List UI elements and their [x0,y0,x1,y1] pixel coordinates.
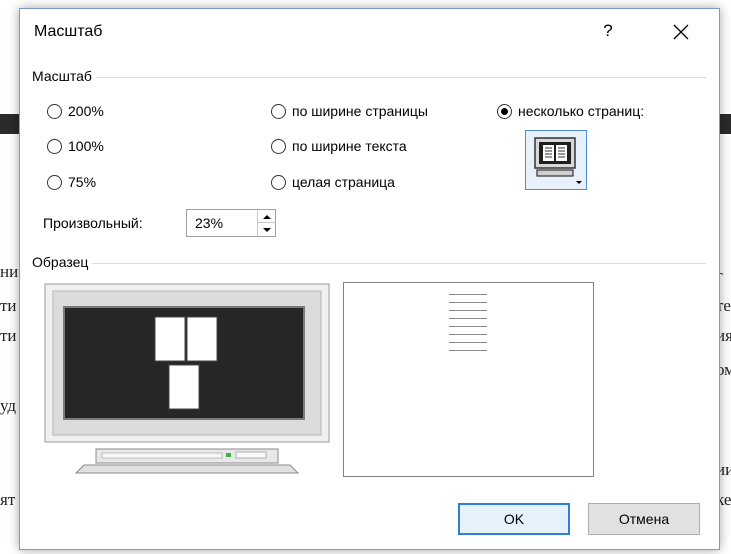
group-separator [32,263,706,264]
radio-label: целая страница [292,174,395,190]
preview-group-label: Образец [32,254,93,270]
preview-text-line [449,310,487,311]
triangle-up-icon [263,215,271,219]
radio-label: несколько страниц: [518,103,645,119]
close-icon [673,24,689,40]
zoom-group-label: Масштаб [32,68,96,84]
triangle-down-icon [263,228,271,232]
radio-100[interactable]: 100% [47,138,104,154]
radio-circle-icon [47,103,62,119]
preview-text-line [449,350,487,351]
dialog-title: Масштаб [34,23,103,40]
custom-zoom-label: Произвольный: [43,215,143,231]
radio-text-width[interactable]: по ширине текста [271,138,407,154]
radio-label: 100% [68,138,104,154]
radio-checked-icon [497,103,512,119]
spin-down-button[interactable] [258,223,276,236]
ok-button[interactable]: OK [458,503,570,535]
radio-label: 75% [68,174,97,190]
radio-many-pages[interactable]: несколько страниц: [497,103,644,119]
group-separator [32,77,706,78]
radio-page-width[interactable]: по ширине страницы [271,103,428,119]
help-button[interactable]: ? [597,21,619,45]
close-button[interactable] [664,17,698,47]
radio-75[interactable]: 75% [47,174,96,190]
zoom-dialog: Масштаб ? Масштаб 200% 100% 75% по ширин… [19,8,720,550]
many-pages-button[interactable] [525,130,587,190]
preview-text-line [449,326,487,327]
radio-circle-icon [47,138,62,154]
preview-text-line [449,294,487,295]
monitor-preview-graphic [44,283,330,474]
title-bar[interactable]: Масштаб ? [20,9,719,57]
radio-circle-icon [271,103,286,119]
radio-200[interactable]: 200% [47,103,104,119]
monitor-pages-icon [534,137,582,184]
custom-zoom-value: 23% [195,215,224,231]
radio-circle-icon [271,138,286,154]
preview-text-line [449,334,487,335]
preview-text-line [449,302,487,303]
radio-label: по ширине текста [292,138,407,154]
preview-text-line [449,342,487,343]
radio-label: 200% [68,103,104,119]
radio-label: по ширине страницы [292,103,428,119]
cancel-button[interactable]: Отмена [588,503,700,535]
radio-whole-page[interactable]: целая страница [271,174,395,190]
preview-text-line [449,318,487,319]
preview-page [343,282,594,477]
radio-circle-icon [47,174,62,190]
radio-circle-icon [271,174,286,190]
spin-up-button[interactable] [258,210,276,223]
preview-monitor [44,283,330,479]
zoom-spinner[interactable] [257,210,276,236]
